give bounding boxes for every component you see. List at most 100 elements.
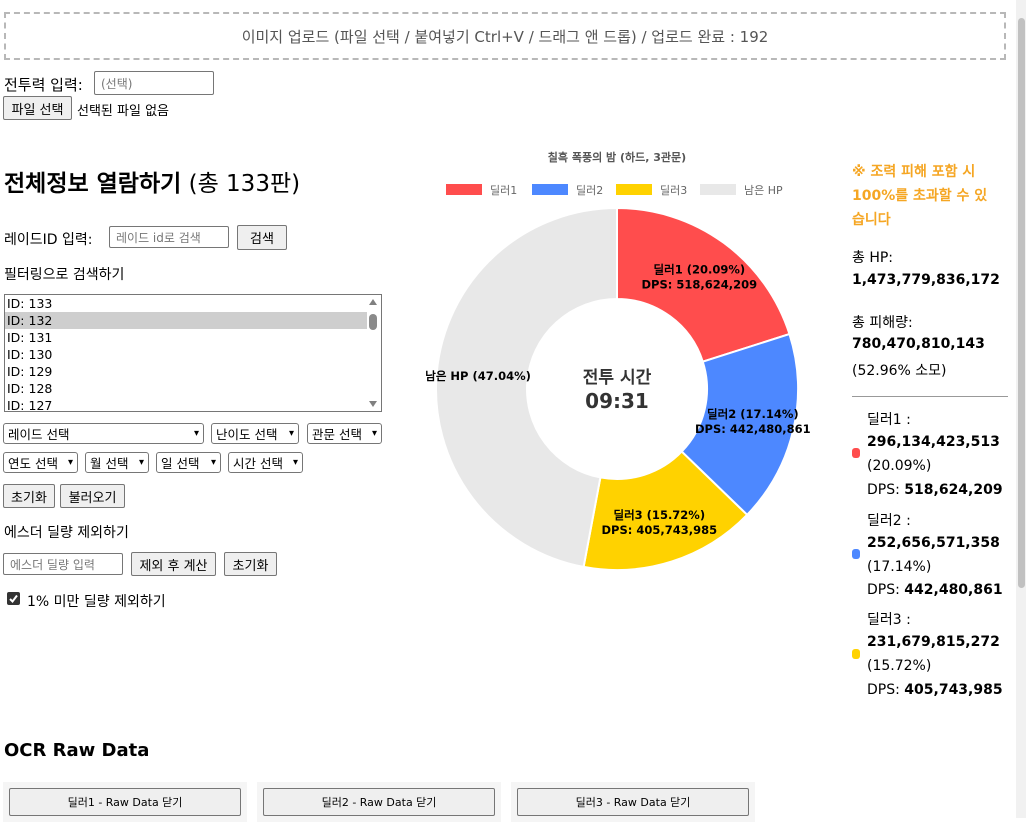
raw-data-panel-1: 딜러1 - Raw Data 닫기 (3, 782, 247, 822)
chevron-down-icon: ▾ (292, 457, 298, 468)
chevron-down-icon: ▾ (67, 457, 73, 468)
raid-id-label: 레이드ID 입력: (4, 232, 93, 248)
slice-label-remaining-hp: 남은 HP (47.04%) (425, 369, 531, 383)
list-item[interactable]: ID: 130 (5, 346, 367, 363)
chevron-down-icon: ▾ (288, 428, 294, 439)
esther-placeholder: 에스더 딜량 입력 (10, 557, 95, 572)
dealer3-raw-data-close-button[interactable]: 딜러3 - Raw Data 닫기 (517, 788, 749, 816)
raid-id-listbox[interactable]: ID: 133 ID: 132 ID: 131 ID: 130 ID: 129 … (4, 294, 382, 412)
listbox-scrollbar[interactable] (366, 296, 380, 410)
chevron-down-icon: ▾ (138, 457, 144, 468)
image-upload-dropzone[interactable]: 이미지 업로드 (파일 선택 / 붙여넣기 Ctrl+V / 드래그 앤 드롭)… (4, 12, 1006, 60)
list-item[interactable]: ID: 133 (5, 295, 367, 312)
warning-line: 100%를 초과할 수 있 (852, 188, 988, 204)
esther-label: 에스더 딜량 제외하기 (4, 525, 129, 541)
dealer1-damage: 296,134,423,513 (867, 434, 1000, 450)
battle-time-label: 전투 시간 (583, 368, 652, 388)
filter-reset-button[interactable]: 초기화 (3, 484, 55, 508)
day-select-value: 일 선택 (161, 456, 200, 471)
slice-dps-dealer2: DPS: 442,480,861 (695, 422, 811, 436)
list-item[interactable]: ID: 129 (5, 363, 367, 380)
total-hp-label: 총 HP: (852, 250, 894, 266)
raid-id-placeholder: 레이드 id로 검색 (116, 230, 201, 245)
dealer2-name: 딜러2 : (867, 513, 911, 529)
page-scroll-thumb[interactable] (1018, 18, 1025, 588)
raid-select[interactable]: 레이드 선택 ▾ (3, 423, 204, 444)
overflow-warning: ※ 조력 피해 포함 시 100%를 초과할 수 있 습니다 (852, 160, 987, 232)
month-select[interactable]: 월 선택 ▾ (85, 452, 149, 473)
page-title: 전체정보 열람하기 (총 133판) (4, 164, 300, 198)
dealer2-raw-data-close-button[interactable]: 딜러2 - Raw Data 닫기 (263, 788, 495, 816)
dps-label: DPS: (867, 482, 900, 498)
dealer1-color-dot (852, 448, 860, 458)
power-input[interactable]: (선택) (94, 71, 214, 95)
dps-label: DPS: (867, 582, 900, 598)
slice-dps-dealer1: DPS: 518,624,209 (642, 277, 758, 291)
chevron-down-icon: ▾ (371, 428, 377, 439)
summary-divider (852, 396, 1008, 397)
legend-label-dealer1: 딜러1 (490, 184, 517, 197)
time-select-value: 시간 선택 (233, 456, 283, 471)
dealer3-dps: DPS: 405,743,985 (867, 682, 1003, 698)
warning-line: 습니다 (852, 212, 891, 228)
gate-select[interactable]: 관문 선택 ▾ (307, 423, 382, 444)
year-select-value: 연도 선택 (8, 456, 58, 471)
esther-damage-input[interactable]: 에스더 딜량 입력 (3, 553, 123, 575)
esther-reset-button[interactable]: 초기화 (224, 552, 277, 576)
upload-text: 이미지 업로드 (파일 선택 / 붙여넣기 Ctrl+V / 드래그 앤 드롭)… (241, 27, 769, 46)
raw-data-panel-2: 딜러2 - Raw Data 닫기 (257, 782, 501, 822)
damage-donut-chart: 칠흑 폭풍의 밤 (하드, 3관문) 딜러1 딜러2 딜러3 남은 HP 딜러1 (2… (425, 150, 811, 571)
page-title-main: 전체정보 열람하기 (4, 171, 182, 197)
total-hp-value: 1,473,779,836,172 (852, 272, 1000, 288)
dealer2-damage: 252,656,571,358 (867, 535, 1000, 551)
list-item[interactable]: ID: 128 (5, 380, 367, 397)
exclude-calc-button[interactable]: 제외 후 계산 (131, 552, 216, 576)
time-select[interactable]: 시간 선택 ▾ (228, 452, 303, 473)
slice-label-dealer3: 딜러3 (15.72%) (614, 508, 706, 522)
power-placeholder: (선택) (101, 76, 133, 91)
dealer1-dps-value: 518,624,209 (904, 482, 1003, 498)
total-damage-label: 총 피해량: (852, 315, 913, 331)
month-select-value: 월 선택 (90, 456, 129, 471)
dealer3-name: 딜러3 : (867, 612, 911, 628)
day-select[interactable]: 일 선택 ▾ (156, 452, 221, 473)
raid-id-input[interactable]: 레이드 id로 검색 (109, 226, 229, 248)
search-button[interactable]: 검색 (237, 225, 287, 250)
dealer1-percent: (20.09%) (867, 458, 932, 474)
exclude-small-checkbox[interactable] (7, 592, 20, 605)
slice-label-dealer1: 딜러1 (20.09%) (654, 262, 746, 276)
list-item[interactable]: ID: 131 (5, 329, 367, 346)
list-item-selected[interactable]: ID: 132 (5, 312, 367, 329)
exclude-small-label: 1% 미만 딜량 제외하기 (27, 594, 166, 610)
slice-dps-dealer3: DPS: 405,743,985 (602, 523, 718, 537)
dealer2-dps-value: 442,480,861 (904, 582, 1003, 598)
dealer2-percent: (17.14%) (867, 559, 932, 575)
chevron-down-icon: ▾ (193, 428, 199, 439)
file-status: 선택된 파일 없음 (77, 104, 169, 119)
dealer2-color-dot (852, 549, 860, 559)
dealer2-dps: DPS: 442,480,861 (867, 582, 1003, 598)
difficulty-select-value: 난이도 선택 (216, 427, 278, 442)
legend-swatch-dealer3 (616, 184, 652, 195)
filter-label: 필터링으로 검색하기 (4, 267, 125, 283)
listbox-scroll-thumb[interactable] (369, 314, 377, 330)
list-item[interactable]: ID: 127 (5, 397, 367, 411)
consumed-percent: (52.96% 소모) (852, 363, 947, 379)
file-select-button[interactable]: 파일 선택 (3, 96, 72, 120)
ocr-section-title: OCR Raw Data (4, 740, 150, 761)
year-select[interactable]: 연도 선택 ▾ (3, 452, 78, 473)
legend-label-remaining-hp: 남은 HP (744, 184, 783, 197)
legend-swatch-dealer1 (446, 184, 482, 195)
load-button[interactable]: 불러오기 (60, 484, 125, 508)
legend-swatch-remaining-hp (700, 184, 736, 195)
chart-legend: 딜러1 딜러2 딜러3 남은 HP (446, 184, 783, 197)
chart-title: 칠흑 폭풍의 밤 (하드, 3관문) (548, 150, 686, 164)
warning-line: ※ 조력 피해 포함 시 (852, 164, 976, 180)
raid-select-value: 레이드 선택 (8, 427, 70, 442)
dealer1-raw-data-close-button[interactable]: 딜러1 - Raw Data 닫기 (9, 788, 241, 816)
legend-swatch-dealer2 (532, 184, 568, 195)
battle-time-value: 09:31 (585, 389, 649, 413)
difficulty-select[interactable]: 난이도 선택 ▾ (211, 423, 299, 444)
dealer3-dps-value: 405,743,985 (904, 682, 1003, 698)
gate-select-value: 관문 선택 (312, 427, 362, 442)
